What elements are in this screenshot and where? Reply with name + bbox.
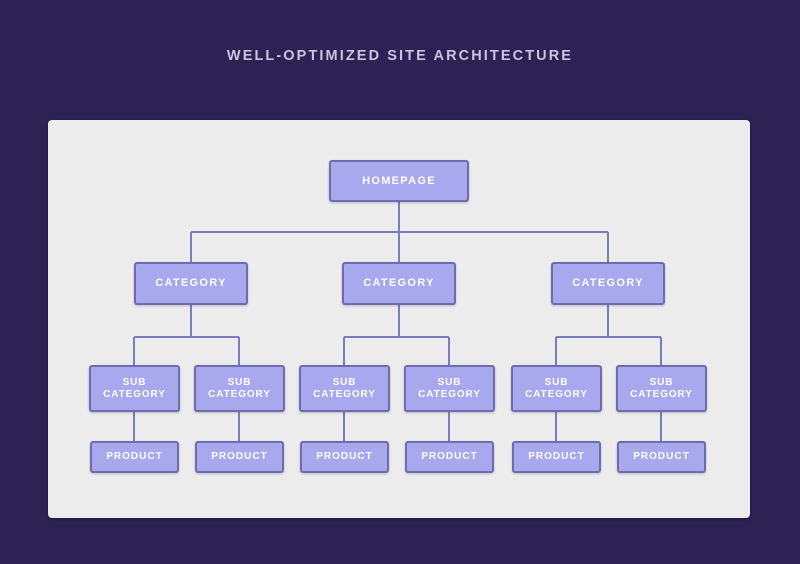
node-subcategory-2-label: SUB CATEGORY [196,377,283,401]
node-subcategory-1-line1: SUB [122,376,147,388]
node-subcategory-1[interactable]: SUB CATEGORY [89,365,180,412]
node-subcategory-1-label: SUB CATEGORY [91,377,178,401]
node-subcategory-2-line2: CATEGORY [208,388,271,400]
node-subcategory-6[interactable]: SUB CATEGORY [616,365,707,412]
node-product-4-label: PRODUCT [421,451,478,463]
node-subcategory-5[interactable]: SUB CATEGORY [511,365,602,412]
node-subcategory-4-line2: CATEGORY [418,388,481,400]
screenshot-root: WELL-OPTIMIZED SITE ARCHITECTURE HOMEPAG… [0,0,800,564]
node-subcategory-4-label: SUB CATEGORY [406,377,493,401]
node-category-1-label: CATEGORY [155,277,227,290]
node-subcategory-3-line1: SUB [332,376,357,388]
node-product-1-label: PRODUCT [106,451,163,463]
node-product-5-label: PRODUCT [528,451,585,463]
node-product-1[interactable]: PRODUCT [90,441,179,473]
node-subcategory-6-label: SUB CATEGORY [618,377,705,401]
node-subcategory-3-label: SUB CATEGORY [301,377,388,401]
node-subcategory-3[interactable]: SUB CATEGORY [299,365,390,412]
node-product-3-label: PRODUCT [316,451,373,463]
node-subcategory-3-line2: CATEGORY [313,388,376,400]
node-category-2[interactable]: CATEGORY [342,262,456,305]
node-homepage-label: HOMEPAGE [362,174,436,187]
node-category-3[interactable]: CATEGORY [551,262,665,305]
node-subcategory-5-label: SUB CATEGORY [513,377,600,401]
node-subcategory-1-line2: CATEGORY [103,388,166,400]
node-subcategory-2-line1: SUB [227,376,252,388]
node-category-1[interactable]: CATEGORY [134,262,248,305]
node-subcategory-4-line1: SUB [437,376,462,388]
page-title: WELL-OPTIMIZED SITE ARCHITECTURE [226,48,574,64]
node-product-2-label: PRODUCT [211,451,268,463]
node-product-5[interactable]: PRODUCT [512,441,601,473]
node-product-4[interactable]: PRODUCT [405,441,494,473]
node-subcategory-4[interactable]: SUB CATEGORY [404,365,495,412]
diagram-card: HOMEPAGE CATEGORY CATEGORY CATEGORY SUB C… [48,120,750,518]
node-product-2[interactable]: PRODUCT [195,441,284,473]
node-category-3-label: CATEGORY [572,277,644,290]
node-product-6-label: PRODUCT [633,451,690,463]
node-homepage[interactable]: HOMEPAGE [329,160,469,202]
node-subcategory-6-line2: CATEGORY [630,388,693,400]
node-category-2-label: CATEGORY [363,277,435,290]
node-subcategory-5-line2: CATEGORY [525,388,588,400]
node-subcategory-5-line1: SUB [544,376,569,388]
node-product-3[interactable]: PRODUCT [300,441,389,473]
node-subcategory-2[interactable]: SUB CATEGORY [194,365,285,412]
node-subcategory-6-line1: SUB [649,376,674,388]
node-product-6[interactable]: PRODUCT [617,441,706,473]
